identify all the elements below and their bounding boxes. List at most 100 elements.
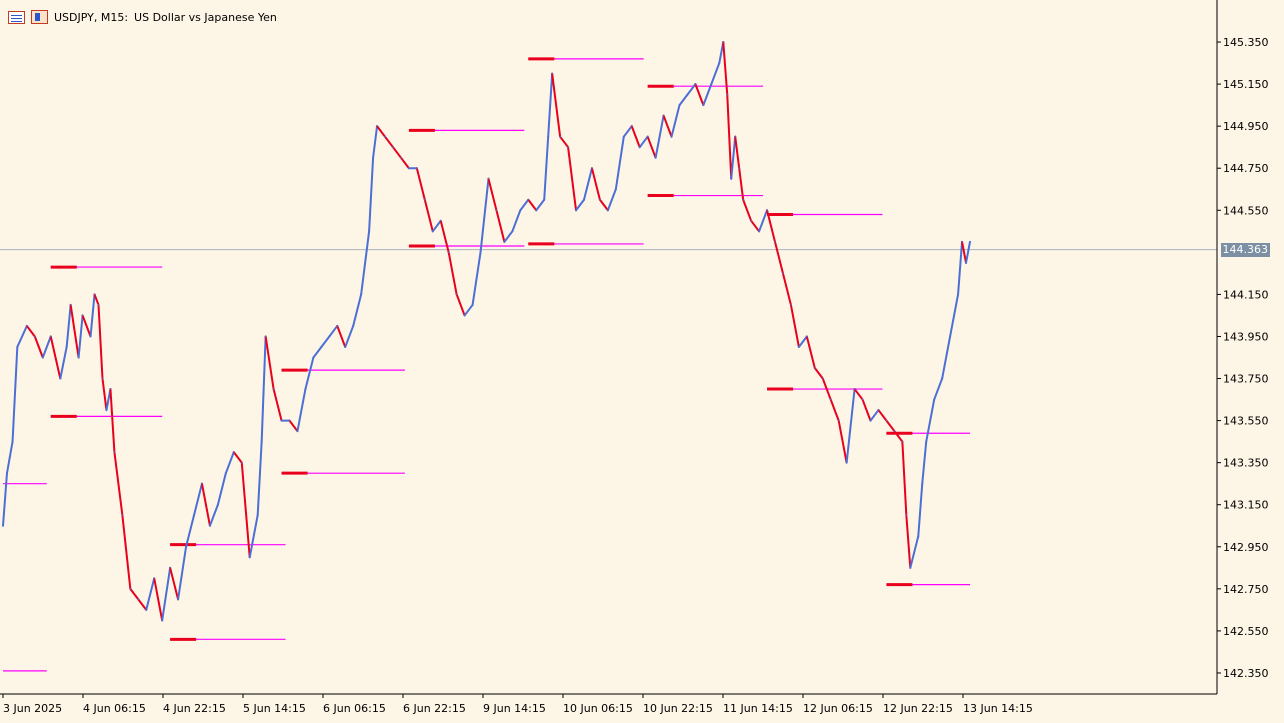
price-point xyxy=(559,135,561,138)
price-segment xyxy=(344,324,355,348)
price-point xyxy=(121,514,124,517)
y-tick-label: 144.550 xyxy=(1223,204,1269,217)
price-point xyxy=(547,135,549,138)
price-point xyxy=(416,167,418,170)
price-point xyxy=(169,567,171,569)
price-point xyxy=(177,598,179,601)
price-point xyxy=(201,482,203,485)
price-segment xyxy=(503,230,514,243)
price-point xyxy=(272,388,275,390)
price-point xyxy=(260,440,263,443)
price-point xyxy=(264,335,267,338)
price-segment xyxy=(25,324,36,338)
price-point xyxy=(109,388,112,390)
price-point xyxy=(814,367,816,369)
price-segment xyxy=(949,293,960,338)
price-point xyxy=(774,241,776,243)
price-point xyxy=(455,293,458,296)
price-point xyxy=(89,335,92,338)
price-segment xyxy=(193,482,203,517)
price-segment xyxy=(145,577,156,611)
price-segment xyxy=(805,335,816,370)
price-point xyxy=(738,167,740,170)
price-segment xyxy=(869,409,880,422)
price-point xyxy=(280,419,283,422)
price-point xyxy=(360,293,362,296)
price-point xyxy=(686,93,689,96)
price-segment xyxy=(121,514,132,590)
price-point xyxy=(527,198,530,201)
price-segment xyxy=(336,324,347,348)
price-point xyxy=(718,62,721,64)
x-tick-label: 9 Jun 14:15 xyxy=(483,702,546,715)
price-point xyxy=(392,146,394,148)
price-point xyxy=(372,156,374,159)
price-point xyxy=(93,293,96,296)
price-point xyxy=(41,356,44,359)
price-segment xyxy=(582,167,593,201)
price-segment xyxy=(598,198,609,212)
price-point xyxy=(829,398,832,401)
price-segment xyxy=(901,440,908,517)
y-tick-label: 143.550 xyxy=(1223,415,1269,428)
price-segment xyxy=(272,388,283,422)
price-point xyxy=(97,304,100,306)
price-point xyxy=(431,230,434,233)
chart-window[interactable]: 145.350 145.150 144.950 144.750 144.550 144.1… xyxy=(0,0,1284,723)
price-segment xyxy=(730,135,737,180)
y-tick-label: 143.350 xyxy=(1223,457,1269,470)
price-segment xyxy=(352,293,363,327)
y-tick-label: 143.750 xyxy=(1223,373,1269,386)
price-point xyxy=(575,209,577,212)
price-segment xyxy=(328,324,339,338)
price-point xyxy=(933,398,935,401)
price-segment xyxy=(646,135,657,159)
price-point xyxy=(105,409,108,411)
price-chart[interactable]: 145.350 145.150 144.950 144.750 144.550 144.1… xyxy=(0,0,1284,723)
price-point xyxy=(750,219,752,222)
price-segment xyxy=(256,440,263,517)
price-point xyxy=(905,514,908,517)
y-tick-label: 145.150 xyxy=(1223,78,1269,91)
price-segment xyxy=(97,303,104,380)
price-point xyxy=(730,177,733,180)
price-point xyxy=(113,451,116,453)
price-segment xyxy=(320,335,331,348)
price-segment xyxy=(447,251,458,296)
price-segment xyxy=(59,345,68,380)
price-point xyxy=(495,209,498,212)
price-point xyxy=(447,251,450,254)
y-tick-label: 142.550 xyxy=(1223,625,1269,638)
price-point xyxy=(408,167,410,170)
price-segment xyxy=(909,535,920,569)
price-segment xyxy=(837,419,848,464)
price-point xyxy=(630,125,633,127)
price-point xyxy=(591,167,593,170)
price-segment xyxy=(185,514,196,548)
price-point xyxy=(957,293,959,296)
price-segment xyxy=(678,93,689,107)
price-segment xyxy=(662,114,673,138)
price-segment xyxy=(797,335,808,348)
price-segment xyxy=(877,409,888,422)
price-segment xyxy=(547,72,554,138)
price-segment xyxy=(41,335,52,359)
y-tick-label: 143.150 xyxy=(1223,499,1269,512)
price-segment xyxy=(654,114,665,159)
price-segment xyxy=(511,209,522,233)
price-segment xyxy=(479,177,490,254)
price-point xyxy=(248,556,251,559)
chart-list-icon[interactable] xyxy=(8,10,25,24)
price-segment xyxy=(391,146,402,159)
price-segment xyxy=(861,398,872,422)
price-segment xyxy=(372,125,379,159)
price-segment xyxy=(455,293,466,317)
price-point xyxy=(296,430,299,432)
price-segment xyxy=(232,451,243,464)
price-point xyxy=(328,335,331,338)
price-point xyxy=(702,104,705,106)
chart-window-icon[interactable] xyxy=(31,10,48,24)
price-point xyxy=(59,377,62,380)
x-tick-label: 10 Jun 22:15 xyxy=(643,702,713,715)
price-segment xyxy=(933,377,944,401)
